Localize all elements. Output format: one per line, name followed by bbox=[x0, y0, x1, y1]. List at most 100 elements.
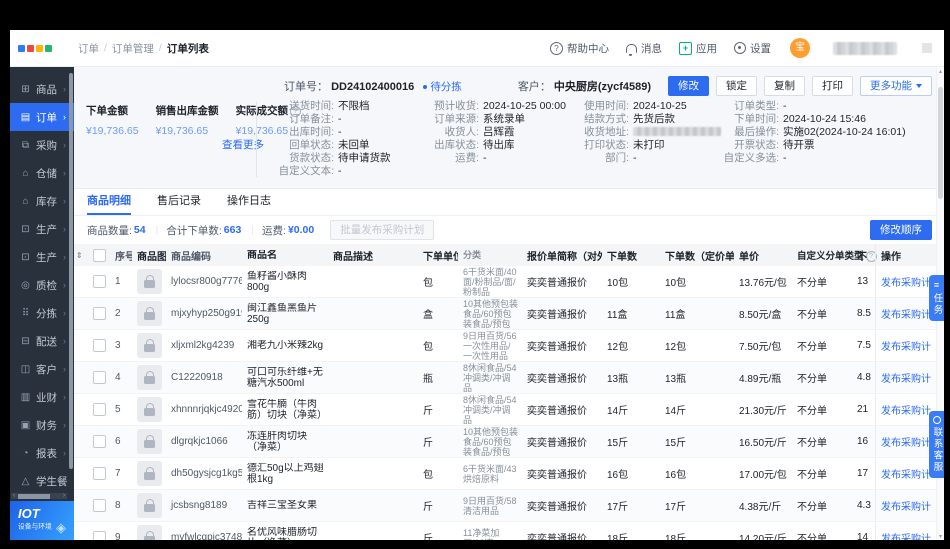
product-image-cell[interactable] bbox=[132, 525, 166, 540]
avatar[interactable]: 宝 bbox=[790, 38, 810, 58]
sidebar-item-5[interactable]: ⌂ 库存 › bbox=[10, 187, 74, 215]
brand-logo[interactable] bbox=[18, 44, 52, 52]
sidebar-item-8[interactable]: ◎ 质检 › bbox=[10, 271, 74, 299]
scroll-down-icon[interactable]: ▾ bbox=[937, 533, 944, 540]
truncated-amount: 16 bbox=[857, 436, 869, 447]
copy-button[interactable]: 复制 bbox=[764, 76, 805, 96]
field-row: 最后操作实施02(2024-10-24 16:01) bbox=[715, 126, 906, 139]
field-value: 2024-10-24 15:46 bbox=[783, 113, 866, 125]
sidebar-item-9[interactable]: ⠿ 分拣 › bbox=[10, 299, 74, 327]
product-image-cell[interactable] bbox=[132, 269, 166, 294]
sidebar-item-11[interactable]: ◫ 客户 › bbox=[10, 355, 74, 383]
split-type: 不分单 bbox=[797, 278, 827, 289]
table-row: 3 xljxml2kg4239 湘老九小米辣2kg 包 9日用百货/56一次性用品/一次… bbox=[74, 330, 944, 362]
modify-button[interactable]: 修改 bbox=[668, 76, 709, 96]
report-icon: ◔ bbox=[22, 447, 29, 459]
sidebar-item-7[interactable]: ⊡ 生产 › bbox=[10, 243, 74, 271]
order-unit: 包 bbox=[423, 470, 433, 481]
field-row: 收货地址 bbox=[565, 126, 721, 139]
scroll-up-icon[interactable]: ▴ bbox=[937, 68, 944, 75]
sidebar-item-15[interactable]: △ 学生餐 › bbox=[10, 467, 74, 495]
publish-purchase-plan-link[interactable]: 发布采购计划 bbox=[881, 466, 931, 481]
print-button[interactable]: 打印 bbox=[812, 76, 853, 96]
row-checkbox[interactable] bbox=[88, 499, 110, 512]
breadcrumb-item[interactable]: 订单列表 bbox=[167, 41, 209, 56]
sidebar-item-6[interactable]: ⊡ 生产 › bbox=[10, 215, 74, 243]
publish-purchase-plan-link[interactable]: 发布采购计划 bbox=[881, 530, 931, 540]
apps-button[interactable]: + 应用 bbox=[679, 41, 717, 56]
topbar-extra-icon[interactable] bbox=[922, 43, 932, 53]
action-cell: 发布采购计划 bbox=[875, 394, 931, 425]
sidebar-item-14[interactable]: ◔ 报表 › bbox=[10, 439, 74, 467]
product-image-cell[interactable] bbox=[132, 429, 166, 454]
breadcrumb-item[interactable]: 订单 bbox=[78, 41, 99, 56]
task-float-button[interactable]: ≡ 任务 bbox=[929, 275, 944, 321]
publish-purchase-plan-link[interactable]: 发布采购计划 bbox=[881, 402, 931, 417]
contact-service-button[interactable]: 联系客服 bbox=[929, 411, 944, 478]
publish-purchase-plan-link[interactable]: 发布采购计划 bbox=[881, 370, 931, 385]
product-code: dh50gysjcg1kg5249 bbox=[171, 468, 242, 479]
publish-purchase-plan-link[interactable]: 发布采购计划 bbox=[881, 338, 931, 353]
settings-button[interactable]: 设置 bbox=[734, 41, 771, 56]
sidebar-scrollbar[interactable] bbox=[69, 73, 73, 469]
product-image-cell[interactable] bbox=[132, 397, 166, 422]
split-type: 不分单 bbox=[797, 406, 827, 417]
hscroll-thumb[interactable] bbox=[18, 493, 50, 499]
sidebar-hscrollbar[interactable]: ‹ › bbox=[11, 492, 67, 499]
view-more-link[interactable]: 查看更多 bbox=[222, 137, 264, 152]
sidebar-item-13[interactable]: ▣ 财务 › bbox=[10, 411, 74, 439]
lock-button[interactable]: 锁定 bbox=[716, 76, 757, 96]
action-cell: 发布采购计划 bbox=[875, 298, 931, 329]
amount-label: 销售出库金额 bbox=[155, 105, 219, 117]
expand-all-icon[interactable]: ⇕ bbox=[74, 251, 88, 260]
product-name: 湘老九小米辣2kg bbox=[247, 340, 324, 351]
product-code: jcsbsng8189 bbox=[171, 500, 228, 511]
sidebar-item-label: 订单 bbox=[36, 111, 57, 124]
field-label: 开票状态 bbox=[715, 139, 779, 152]
batch-publish-button[interactable]: 批量发布采购计划 bbox=[330, 220, 435, 240]
publish-purchase-plan-link[interactable]: 发布采购计划 bbox=[881, 498, 931, 513]
publish-purchase-plan-link[interactable]: 发布采购计划 bbox=[881, 274, 931, 289]
iot-banner[interactable]: IOT 设备与环境 ◈ bbox=[10, 501, 74, 540]
reorder-button[interactable]: 修改顺序 bbox=[870, 220, 932, 240]
chevron-right-icon: › bbox=[63, 252, 66, 262]
publish-purchase-plan-link[interactable]: 发布采购计划 bbox=[881, 434, 931, 449]
row-checkbox[interactable] bbox=[88, 531, 110, 540]
sidebar-item-10[interactable]: ⊟ 配送 › bbox=[10, 327, 74, 355]
chevron-right-icon: › bbox=[63, 196, 66, 206]
row-checkbox[interactable] bbox=[88, 307, 110, 320]
sidebar-item-2[interactable]: ▤ 订单 › bbox=[10, 103, 74, 131]
tab-3[interactable]: 操作日志 bbox=[227, 190, 271, 215]
row-checkbox[interactable] bbox=[88, 371, 110, 384]
vscroll-thumb[interactable] bbox=[938, 87, 943, 199]
row-checkbox[interactable] bbox=[88, 275, 110, 288]
tab-2[interactable]: 售后记录 bbox=[157, 190, 201, 215]
scroll-right-icon[interactable]: › bbox=[61, 492, 67, 499]
lock-icon bbox=[144, 339, 155, 352]
sidebar-item-12[interactable]: ▥ 业财 › bbox=[10, 383, 74, 411]
sidebar-item-4[interactable]: ⌂ 仓储 › bbox=[10, 159, 74, 187]
product-image-cell[interactable] bbox=[132, 493, 166, 518]
chevron-right-icon: › bbox=[63, 168, 66, 178]
row-checkbox[interactable] bbox=[88, 339, 110, 352]
sidebar-item-3[interactable]: ⧉ 采购 › bbox=[10, 131, 74, 159]
breadcrumb-item[interactable]: 订单管理 bbox=[112, 41, 154, 56]
select-all-checkbox[interactable] bbox=[88, 248, 110, 262]
help-center-button[interactable]: ? 帮助中心 bbox=[550, 41, 609, 56]
product-image-cell[interactable] bbox=[132, 333, 166, 358]
product-image-cell[interactable] bbox=[132, 301, 166, 326]
task-icon: ≡ bbox=[933, 280, 940, 290]
row-checkbox[interactable] bbox=[88, 467, 110, 480]
publish-purchase-plan-link[interactable]: 发布采购计划 bbox=[881, 306, 931, 321]
lock-icon bbox=[144, 435, 155, 448]
row-checkbox[interactable] bbox=[88, 435, 110, 448]
messages-button[interactable]: 消息 bbox=[626, 41, 662, 56]
row-checkbox[interactable] bbox=[88, 403, 110, 416]
product-image-cell[interactable] bbox=[132, 461, 166, 486]
sidebar-item-1[interactable]: ⊞ 商品 › bbox=[10, 75, 74, 103]
tab-1[interactable]: 商品明细 bbox=[87, 190, 131, 215]
more-actions-button[interactable]: 更多功能 bbox=[860, 76, 932, 96]
scroll-left-icon[interactable]: ‹ bbox=[11, 492, 17, 499]
product-image-cell[interactable] bbox=[132, 365, 166, 390]
row-index: 7 bbox=[115, 468, 121, 479]
